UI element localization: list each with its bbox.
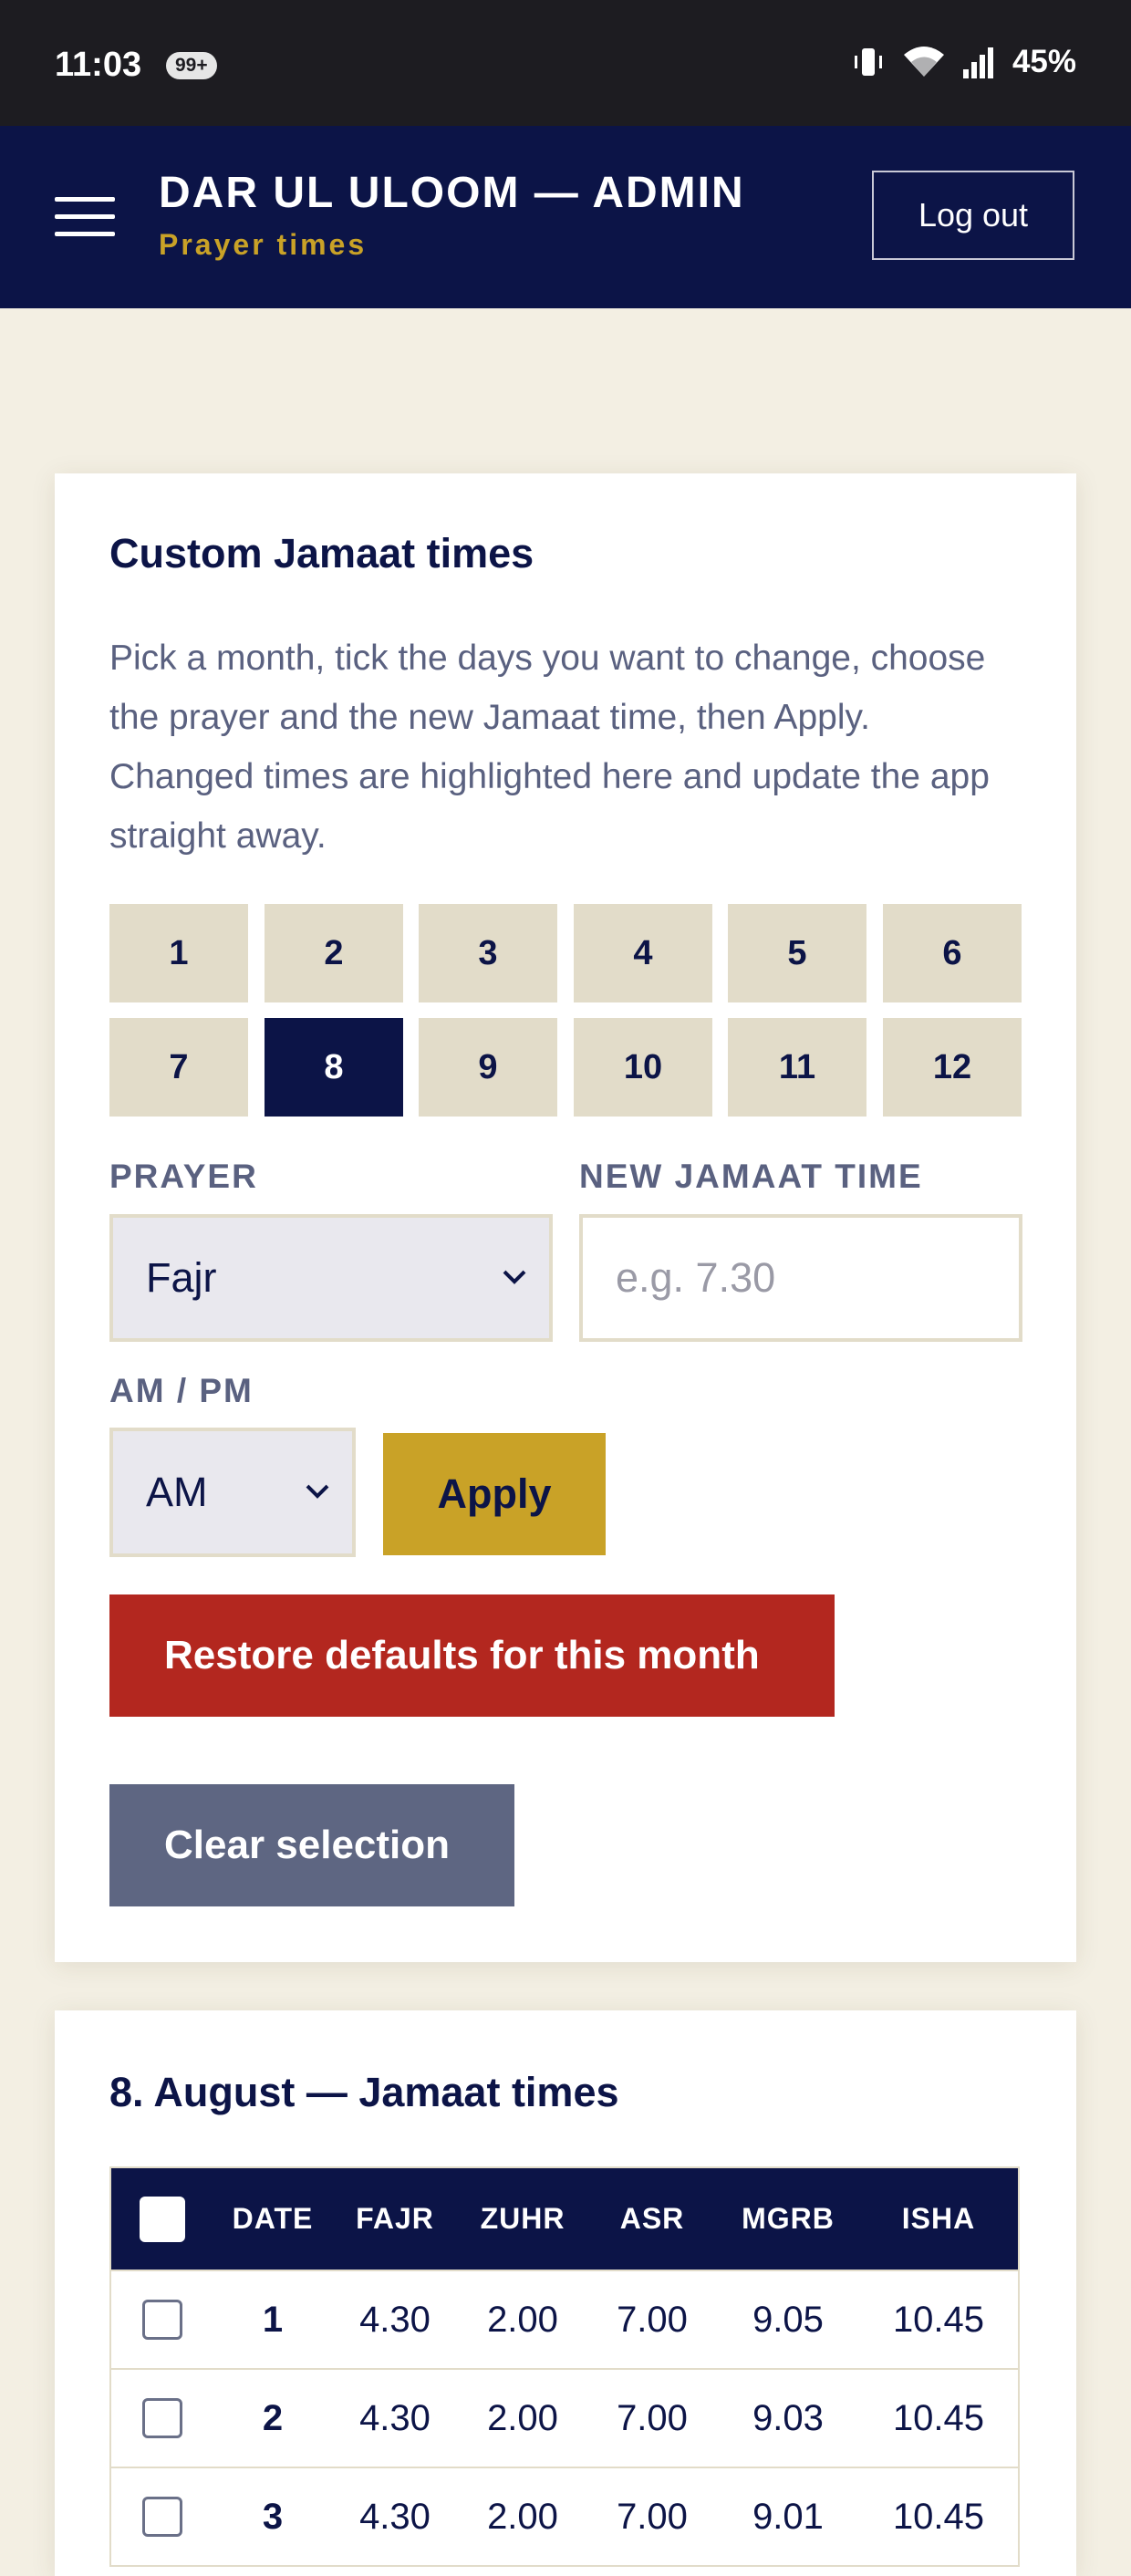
cell-date: 2: [262, 2397, 284, 2438]
cell-asr: 7.00: [617, 2397, 688, 2438]
row-checkbox[interactable]: [142, 2398, 182, 2438]
cell-isha: 10.45: [892, 2397, 985, 2438]
col-fajr: FAJR: [356, 2202, 434, 2235]
logout-button[interactable]: Log out: [872, 171, 1074, 260]
status-time: 11:03: [55, 46, 142, 84]
month-12[interactable]: 12: [883, 1018, 1022, 1117]
app-title: DAR UL ULOOM — ADMIN: [159, 169, 745, 217]
cell-fajr: 4.30: [359, 2496, 431, 2537]
vibrate-icon: [854, 48, 882, 76]
cell-fajr: 4.30: [359, 2397, 431, 2438]
col-zuhr: ZUHR: [480, 2202, 566, 2235]
cell-date: 1: [262, 2299, 284, 2340]
table-row[interactable]: 2 4.30 2.00 7.00 9.03 10.45: [111, 2368, 1018, 2467]
monthly-times-card: 8. August — Jamaat times DATE FAJR ZUHR …: [55, 2010, 1076, 2576]
select-all-checkbox[interactable]: [140, 2196, 185, 2242]
cell-mgrb: 9.01: [752, 2496, 824, 2537]
month-6[interactable]: 6: [883, 904, 1022, 1002]
row-checkbox[interactable]: [142, 2497, 182, 2537]
app-subtitle: Prayer times: [159, 228, 368, 261]
col-date: DATE: [232, 2202, 314, 2235]
battery-percent: 45%: [1012, 44, 1076, 79]
cell-isha: 10.45: [892, 2496, 985, 2537]
table-row[interactable]: 3 4.30 2.00 7.00 9.01 10.45: [111, 2467, 1018, 2565]
month-8-selected[interactable]: 8: [265, 1018, 403, 1117]
table-header: DATE FAJR ZUHR ASR MGRB ISHA: [111, 2168, 1018, 2270]
ampm-select[interactable]: AM: [109, 1428, 356, 1557]
cell-zuhr: 2.00: [487, 2496, 558, 2537]
cell-asr: 7.00: [617, 2299, 688, 2340]
prayer-select[interactable]: Fajr: [109, 1214, 553, 1342]
ampm-select-value: AM: [146, 1469, 208, 1515]
cell-mgrb: 9.03: [752, 2397, 824, 2438]
wifi-icon: [903, 47, 944, 77]
custom-jamaat-card: Custom Jamaat times Pick a month, tick t…: [55, 473, 1076, 1962]
restore-defaults-button[interactable]: Restore defaults for this month: [109, 1594, 835, 1717]
month-3[interactable]: 3: [419, 904, 557, 1002]
hamburger-menu-icon[interactable]: [55, 197, 115, 237]
col-mgrb: MGRB: [742, 2202, 835, 2235]
row-checkbox[interactable]: [142, 2300, 182, 2340]
status-icons: 45%: [850, 44, 1076, 80]
month-2[interactable]: 2: [265, 904, 403, 1002]
table-row[interactable]: 1 4.30 2.00 7.00 9.05 10.45: [111, 2270, 1018, 2368]
table-title: 8. August — Jamaat times: [109, 2069, 619, 2115]
app-header: DAR UL ULOOM — ADMIN Prayer times Log ou…: [0, 126, 1131, 308]
month-11[interactable]: 11: [728, 1018, 866, 1117]
ampm-label: AM / PM: [109, 1372, 254, 1409]
cell-date: 3: [262, 2496, 284, 2537]
jamaat-times-table: DATE FAJR ZUHR ASR MGRB ISHA 1 4.30 2.00…: [109, 2166, 1020, 2567]
cell-mgrb: 9.05: [752, 2299, 824, 2340]
month-4[interactable]: 4: [574, 904, 712, 1002]
month-1[interactable]: 1: [109, 904, 248, 1002]
signal-icon: [962, 47, 993, 78]
cell-zuhr: 2.00: [487, 2299, 558, 2340]
apply-button[interactable]: Apply: [383, 1433, 606, 1555]
custom-jamaat-title: Custom Jamaat times: [109, 530, 534, 576]
new-time-label: NEW JAMAAT TIME: [579, 1158, 923, 1195]
month-5[interactable]: 5: [728, 904, 866, 1002]
notification-badge: 99+: [166, 52, 217, 79]
col-asr: ASR: [619, 2202, 685, 2235]
col-isha: ISHA: [901, 2202, 976, 2235]
status-bar: 11:03 99+ 45%: [0, 0, 1131, 126]
cell-isha: 10.45: [892, 2299, 985, 2340]
new-time-input[interactable]: e.g. 7.30: [579, 1214, 1022, 1342]
cell-zuhr: 2.00: [487, 2397, 558, 2438]
cell-asr: 7.00: [617, 2496, 688, 2537]
prayer-select-value: Fajr: [146, 1254, 217, 1301]
prayer-label: PRAYER: [109, 1158, 258, 1195]
chevron-down-icon: [306, 1484, 329, 1499]
month-9[interactable]: 9: [419, 1018, 557, 1117]
chevron-down-icon: [503, 1270, 526, 1284]
month-10[interactable]: 10: [574, 1018, 712, 1117]
custom-jamaat-description: Pick a month, tick the days you want to …: [109, 639, 990, 856]
clear-selection-button[interactable]: Clear selection: [109, 1784, 514, 1906]
month-7[interactable]: 7: [109, 1018, 248, 1117]
cell-fajr: 4.30: [359, 2299, 431, 2340]
